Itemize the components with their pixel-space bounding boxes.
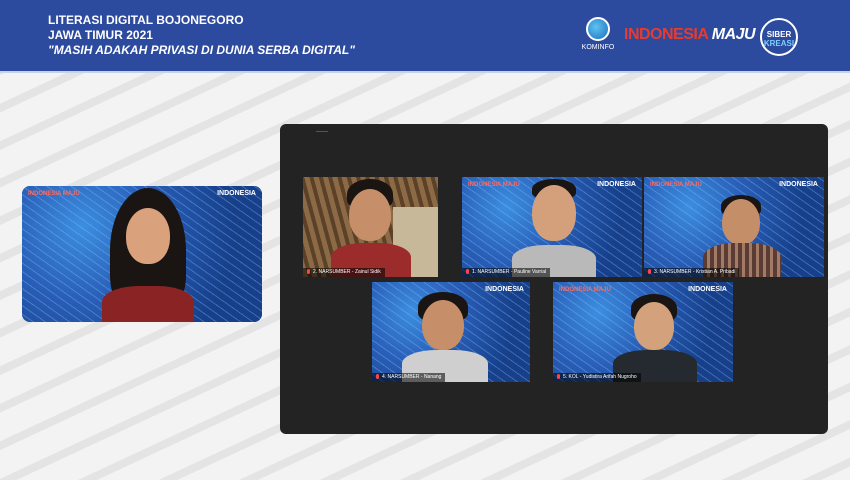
- tile-brand-logo-small: INDONESIA MAJU: [28, 191, 80, 197]
- muted-mic-icon: [376, 374, 379, 380]
- participant-4-name-label: 4. NARSUMBER - Nanang: [372, 373, 446, 382]
- participant-1-name: 2. NARSUMBER - Zainul Sidik: [313, 269, 381, 275]
- panel-topbar-line: [316, 131, 328, 132]
- host-shirt: [102, 286, 194, 322]
- siber-logo-text: SIBER: [766, 30, 792, 39]
- participant-2-name: 1. NARSUMBER - Pauline Varrial: [472, 269, 547, 275]
- indonesia-maju-logo: INDONESIA MAJU: [624, 26, 756, 44]
- participant-tile-2[interactable]: INDONESIA INDONESIA MAJU 1. NARSUMBER - …: [462, 177, 642, 277]
- header-banner: LITERASI DIGITAL BOJONEGORO JAWA TIMUR 2…: [0, 0, 850, 73]
- kominfo-logo: KOMINFO: [578, 17, 618, 57]
- participant-2-name-label: 1. NARSUMBER - Pauline Varrial: [462, 268, 551, 277]
- participant-3-face: [722, 199, 760, 245]
- tile-brand-logo: INDONESIA: [217, 190, 256, 197]
- participant-3-name: 3. NARSUMBER - Kristian A. Pribadi: [654, 269, 736, 275]
- participant-4-face: [422, 300, 464, 350]
- siberkreasi-logo: SIBER KREASI: [760, 18, 798, 56]
- participant-2-face: [532, 185, 576, 241]
- participant-3-person: [689, 177, 789, 277]
- participant-1-person: [323, 177, 413, 277]
- host-face: [126, 208, 170, 264]
- muted-mic-icon: [557, 374, 560, 380]
- kreasi-logo-text: KREASI: [763, 39, 795, 48]
- participant-tile-4[interactable]: INDONESIA 4. NARSUMBER - Nanang: [372, 282, 530, 382]
- kominfo-emblem-icon: [586, 17, 610, 41]
- muted-mic-icon: [648, 269, 651, 275]
- participant-3-name-label: 3. NARSUMBER - Kristian A. Pribadi: [644, 268, 740, 277]
- maju-logo-text: MAJU: [711, 26, 756, 43]
- participant-4-name: 4. NARSUMBER - Nanang: [382, 374, 442, 380]
- muted-mic-icon: [466, 269, 469, 275]
- participant-1-name-label: 2. NARSUMBER - Zainul Sidik: [303, 268, 385, 277]
- title-line-2: JAWA TIMUR 2021: [48, 28, 153, 42]
- participant-4-person: [394, 282, 494, 382]
- participant-5-name: 5. KOL - Yudistira Arifah Nugroho: [563, 374, 637, 380]
- participant-5-person: [603, 282, 703, 382]
- video-call-panel: [280, 124, 828, 434]
- participant-2-person: [502, 177, 602, 277]
- indonesia-logo-text: INDONESIA: [624, 26, 708, 43]
- muted-mic-icon: [307, 269, 310, 275]
- kominfo-label: KOMINFO: [581, 44, 615, 51]
- participant-tile-3[interactable]: INDONESIA INDONESIA MAJU 3. NARSUMBER - …: [644, 177, 824, 277]
- participant-tile-5[interactable]: INDONESIA INDONESIA MAJU 5. KOL - Yudist…: [553, 282, 733, 382]
- host-person: [92, 186, 202, 322]
- participant-5-face: [634, 302, 674, 350]
- tile-brand-logo: INDONESIA: [597, 181, 636, 188]
- title-line-3: "MASIH ADAKAH PRIVASI DI DUNIA SERBA DIG…: [48, 43, 355, 57]
- event-title: LITERASI DIGITAL BOJONEGORO JAWA TIMUR 2…: [48, 13, 355, 58]
- participant-1-face: [349, 189, 391, 241]
- host-video-tile[interactable]: INDONESIA INDONESIA MAJU: [22, 186, 262, 322]
- participant-5-name-label: 5. KOL - Yudistira Arifah Nugroho: [553, 373, 641, 382]
- title-line-1: LITERASI DIGITAL BOJONEGORO: [48, 13, 244, 27]
- participant-tile-1[interactable]: 2. NARSUMBER - Zainul Sidik: [303, 177, 438, 277]
